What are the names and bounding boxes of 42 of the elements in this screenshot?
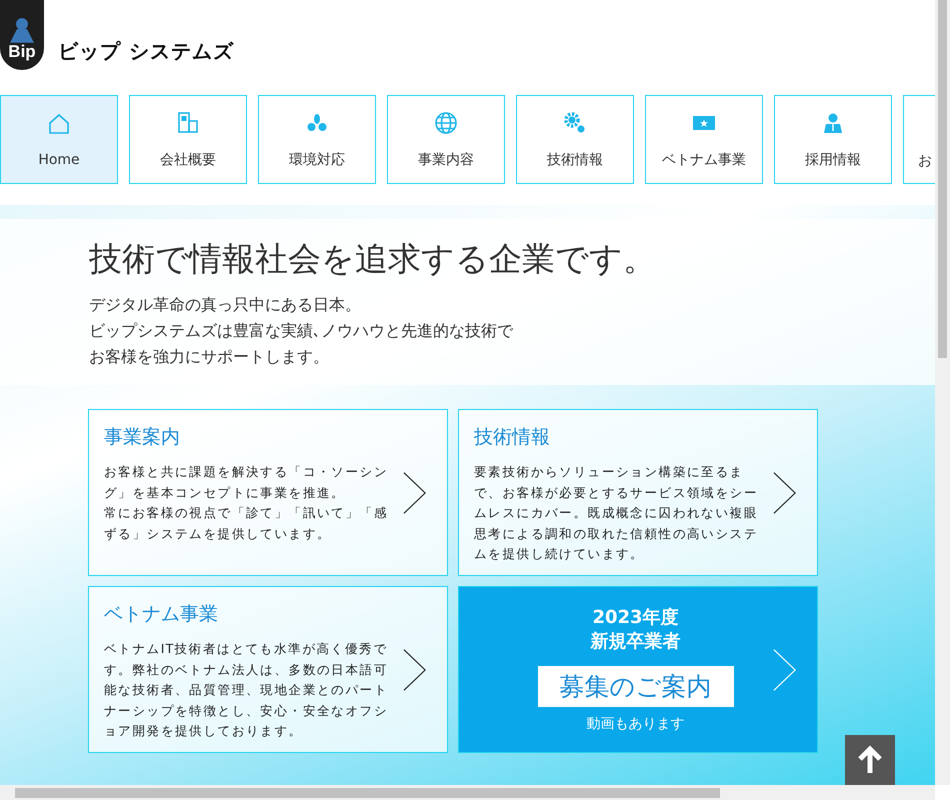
intro-line: お客様を強力にサポートします。: [89, 346, 330, 368]
nav-tab[interactable]: 環境対応: [258, 95, 376, 184]
card-text: お客様と共に課題を解決する「コ・ソーシング」を基本コンセプトに事業を推進。: [104, 463, 389, 502]
logo-text: Bip: [8, 43, 36, 60]
card-title: ベトナム事業: [104, 602, 219, 627]
recruit-subtitle: 新規卒業者: [590, 630, 680, 654]
intro-line: ビップシステムズは豊富な実績､ノウハウと先進的な技術で: [89, 320, 514, 342]
nav-tab[interactable]: Home: [0, 95, 118, 184]
nav-tab[interactable]: 採用情報: [774, 95, 892, 184]
recruit-card[interactable]: 2023年度 新規卒業者 募集のご案内 動画もあります: [458, 586, 818, 753]
back-to-top-button[interactable]: [845, 735, 895, 785]
nav-tab[interactable]: 会社概要: [129, 95, 247, 184]
card-text: 要素技術からソリューション構築に至るまで、お客様が必要とするサービス領域をシームレスにカバー。既成概念に囚われない複眼思考による調和の取れた信頼性の高いシステムを提供し続けています。: [474, 463, 759, 563]
nav-tab[interactable]: 技術情報: [516, 95, 634, 184]
card-title: 事業案内: [104, 425, 181, 450]
recruit-note: 動画もあります: [586, 715, 684, 733]
card-title: 技術情報: [474, 425, 551, 450]
gears-icon: [563, 110, 587, 134]
chevron-right-icon: [773, 646, 797, 692]
nav-tab[interactable]: ベトナム事業: [645, 95, 763, 184]
nav-tab[interactable]: お: [903, 95, 935, 184]
chevron-right-icon: [403, 646, 427, 692]
nav-tab[interactable]: 事業内容: [387, 95, 505, 184]
intro-line: デジタル革命の真っ只中にある日本。: [89, 294, 362, 316]
recruit-button[interactable]: 募集のご案内: [538, 666, 734, 707]
home-icon: [47, 112, 71, 136]
person-icon: [821, 110, 845, 134]
info-card[interactable]: 事業案内 お客様と共に課題を解決する「コ・ソーシング」を基本コンセプトに事業を推進。 常にお客様の視点で「診て」「訊いて」「感ずる」システムを提供しています。: [88, 409, 448, 576]
info-card[interactable]: 技術情報 要素技術からソリューション構築に至るまで、お客様が必要とするサービス領域をシームレスにカバー。既成概念に囚われない複眼思考による調和の取れた信頼性の高いシステムを提供し続けています。: [458, 409, 818, 576]
headline: 技術で情報社会を追求する企業です。: [89, 238, 657, 280]
card-text: 常にお客様の視点で「診て」「訊いて」「感ずる」システムを提供しています。: [104, 504, 389, 542]
horizontal-scrollbar[interactable]: [0, 785, 935, 800]
card-text: ベトナムIT技術者はとても水準が高く優秀です。弊社のベトナム法人は、多数の日本語可能な技術者、品質管理、現地企業とのパートナーシップを特徴とし、安心・安全なオフショア開発を提供しております。: [104, 640, 389, 740]
vertical-scrollbar[interactable]: [935, 0, 950, 785]
company-name: ビップ システムズ: [58, 38, 234, 65]
globe-icon: [434, 110, 458, 134]
chevron-right-icon: [773, 470, 797, 516]
building-icon: [176, 110, 200, 134]
chevron-right-icon: [403, 470, 427, 516]
info-card[interactable]: ベトナム事業 ベトナムIT技術者はとても水準が高く優秀です。弊社のベトナム法人は、多数の日本語可能な技術者、品質管理、現地企業とのパートナーシップを特徴とし、安心・安全なオフショア開発を提供しております。: [88, 586, 448, 753]
logo-emblem[interactable]: Bip: [0, 0, 44, 70]
recruit-year: 2023年度: [592, 606, 679, 630]
